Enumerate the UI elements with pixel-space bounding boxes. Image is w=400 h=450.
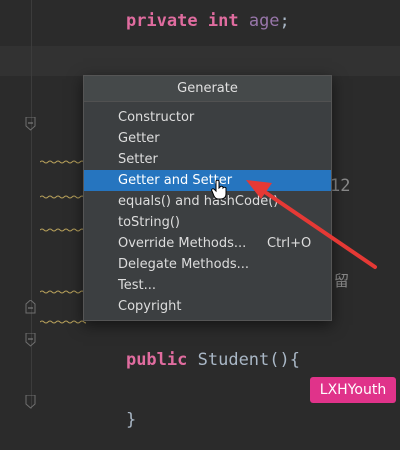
menu-item-getter[interactable]: Getter	[84, 128, 331, 149]
menu-item-label: Constructor	[118, 110, 195, 125]
field-name: age	[248, 11, 280, 31]
popup-title: Generate	[84, 76, 331, 102]
closing-brace: }	[125, 410, 137, 430]
code-line-field-age[interactable]: private int age;	[85, 0, 290, 51]
fold-marker-icon[interactable]	[25, 300, 36, 314]
menu-item-label: Setter	[118, 152, 158, 167]
hand-cursor-icon	[211, 180, 227, 200]
constructor-parens: (){	[269, 350, 300, 370]
menu-item-label: Copyright	[118, 299, 182, 314]
menu-item-getter-and-setter[interactable]: Getter and Setter	[84, 170, 331, 191]
menu-item-label: Test...	[118, 278, 156, 293]
menu-item-test[interactable]: Test...	[84, 275, 331, 296]
watermark-badge: LXHYouth	[310, 377, 396, 403]
code-peek-number: 12	[330, 176, 351, 196]
warning-squiggle	[40, 195, 86, 199]
semicolon: ;	[279, 11, 290, 31]
warning-squiggle	[40, 160, 86, 164]
gutter-separator	[31, 0, 32, 409]
code-peek-cjk: 留	[334, 272, 350, 290]
menu-item-shortcut: Ctrl+O	[267, 236, 312, 251]
menu-item-label: Delegate Methods...	[118, 257, 249, 272]
menu-item-delegate-methods[interactable]: Delegate Methods...	[84, 254, 331, 275]
menu-item-constructor[interactable]: Constructor	[84, 107, 331, 128]
menu-item-label: toString()	[118, 215, 180, 230]
fold-marker-icon[interactable]	[25, 395, 36, 409]
menu-item-tostring[interactable]: toString()	[84, 212, 331, 233]
menu-item-label: Getter	[118, 131, 160, 146]
keyword-public: public	[125, 350, 188, 370]
class-name: Student	[197, 350, 270, 370]
keyword-int: int	[207, 11, 239, 31]
warning-squiggle	[40, 320, 86, 324]
menu-item-copyright[interactable]: Copyright	[84, 296, 331, 317]
generate-popup: Generate Constructor Getter Setter Gette…	[83, 75, 332, 321]
menu-item-equals-hashcode[interactable]: equals() and hashCode()	[84, 191, 331, 212]
warning-squiggle	[40, 228, 86, 232]
menu-item-label: Override Methods...	[118, 236, 247, 251]
code-line-constructor[interactable]: public Student(){	[85, 330, 300, 390]
menu-item-label: equals() and hashCode()	[118, 194, 279, 209]
fold-marker-icon[interactable]	[25, 333, 36, 347]
menu-item-override-methods[interactable]: Override Methods... Ctrl+O	[84, 233, 331, 254]
fold-marker-icon[interactable]	[25, 117, 36, 131]
keyword-private: private	[125, 11, 198, 31]
warning-squiggle	[40, 290, 86, 294]
code-line-closing-brace[interactable]: }	[85, 390, 136, 450]
menu-item-setter[interactable]: Setter	[84, 149, 331, 170]
generate-menu: Constructor Getter Setter Getter and Set…	[84, 102, 331, 317]
